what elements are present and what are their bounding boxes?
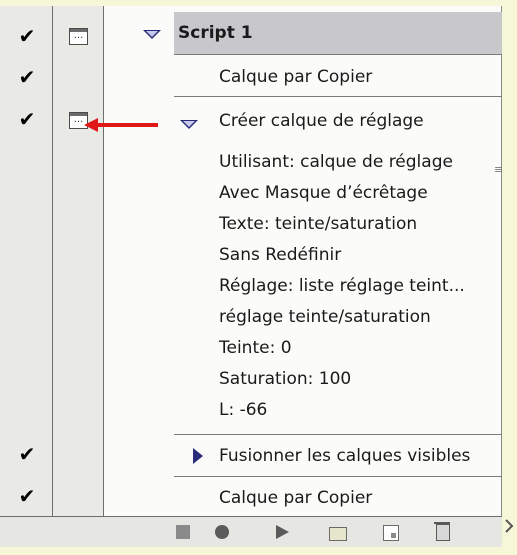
row-divider [174, 96, 502, 97]
actions-toolbar [0, 516, 502, 547]
action-detail: L: -66 [219, 400, 268, 420]
toggle-check-icon[interactable]: ✔ [17, 26, 37, 46]
delete-trash-icon[interactable] [434, 522, 450, 541]
toggle-check-icon[interactable]: ✔ [17, 486, 37, 506]
record-button-icon[interactable] [215, 525, 229, 539]
dialog-toggle-column [53, 6, 104, 516]
toggle-check-icon[interactable]: ✔ [17, 109, 37, 129]
new-set-folder-icon[interactable] [329, 527, 347, 541]
action-label[interactable]: Créer calque de réglage [219, 111, 424, 131]
collapsed-triangle-icon[interactable] [193, 448, 203, 464]
expand-triangle-icon[interactable] [143, 30, 161, 39]
frame-bottom [0, 547, 517, 555]
action-label[interactable]: Calque par Copier [219, 67, 372, 87]
toggle-check-icon[interactable]: ✔ [17, 444, 37, 464]
dialog-toggle-icon[interactable]: ... [69, 28, 88, 45]
annotation-arrow-shaft [96, 123, 158, 127]
action-detail: Utilisant: calque de réglage [219, 152, 453, 172]
frame-right [502, 0, 517, 555]
row-divider [174, 476, 502, 477]
toggle-check-icon[interactable]: ✔ [17, 67, 37, 87]
row-divider [174, 434, 502, 435]
stop-button-icon[interactable] [176, 525, 190, 539]
action-detail: Saturation: 100 [219, 369, 352, 389]
row-divider [174, 54, 502, 55]
play-button-icon[interactable] [276, 525, 289, 539]
actions-panel: Script 1 Calque par Copier Créer calque … [0, 6, 502, 547]
side-grip-icon: ≡ [494, 163, 502, 176]
action-detail: Avec Masque d’écrêtage [219, 183, 428, 203]
action-detail: Texte: teinte/saturation [219, 214, 418, 234]
expand-triangle-icon[interactable] [180, 120, 198, 129]
annotation-arrow-head-icon [84, 118, 98, 132]
scrollbar[interactable] [501, 6, 502, 516]
action-detail: Sans Redéfinir [219, 245, 342, 265]
action-label[interactable]: Calque par Copier [219, 488, 372, 508]
new-action-icon[interactable] [383, 525, 399, 541]
action-label[interactable]: Fusionner les calques visibles [219, 446, 470, 466]
action-detail: réglage teinte/saturation [219, 307, 431, 327]
action-detail: Teinte: 0 [219, 338, 292, 358]
script-label: Script 1 [178, 23, 253, 43]
action-detail: Réglage: liste réglage teint... [219, 276, 465, 296]
resize-grip-icon[interactable] [502, 514, 517, 538]
